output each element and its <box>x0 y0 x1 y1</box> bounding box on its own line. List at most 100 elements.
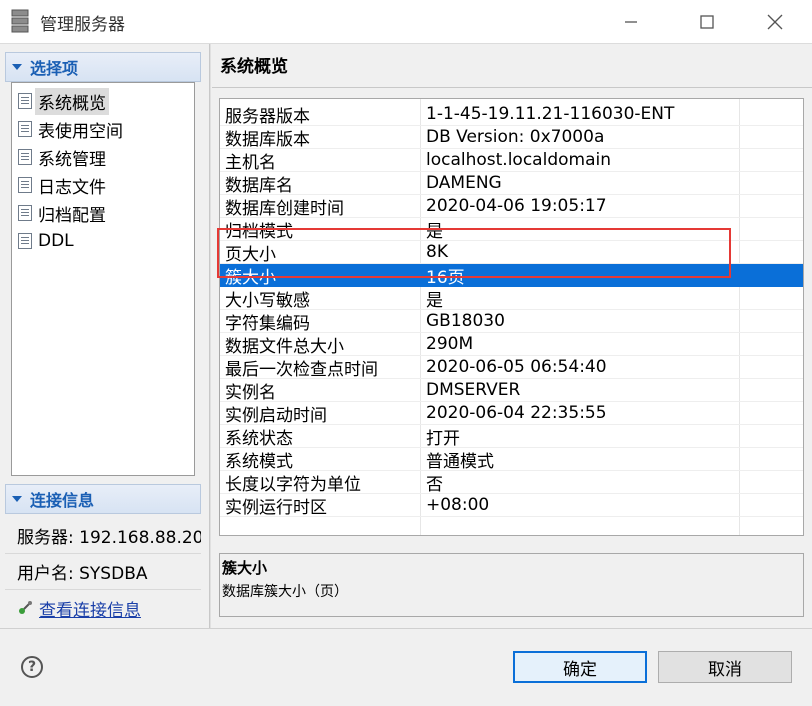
connection-plug-icon <box>19 601 32 614</box>
nav-item-label: 归档配置 <box>38 205 106 226</box>
document-icon <box>18 121 32 137</box>
connection-section-header[interactable]: 连接信息 <box>5 484 201 514</box>
table-row[interactable]: 实例启动时间 2020-06-04 22:35:55 <box>220 402 803 426</box>
description-title: 簇大小 <box>222 559 268 577</box>
property-value: DAMENG <box>426 173 502 193</box>
property-value: 290M <box>426 334 474 354</box>
property-name: 主机名 <box>225 152 276 173</box>
options-section-header[interactable]: 选择项 <box>5 52 201 82</box>
title-bar: 管理服务器 <box>0 0 812 44</box>
connection-header-label: 连接信息 <box>30 491 95 510</box>
document-icon <box>18 205 32 221</box>
property-name: 数据库创建时间 <box>225 198 344 219</box>
help-icon: ? <box>27 659 37 675</box>
help-button[interactable]: ? <box>21 656 43 678</box>
property-name: 实例名 <box>225 382 276 403</box>
ok-button[interactable]: 确定 <box>513 651 647 683</box>
document-icon <box>18 93 32 109</box>
table-row[interactable]: 实例运行时区 +08:00 <box>220 494 803 518</box>
right-pane: 系统概览 服务器版本 1-1-45-19.11.21-116030-ENT 数据库版… <box>212 44 812 628</box>
property-name: 数据库名 <box>225 175 293 196</box>
table-row[interactable]: 系统状态 打开 <box>220 425 803 449</box>
nav-item-archive-config[interactable]: 归档配置 <box>12 199 194 227</box>
view-connection-label: 查看连接信息 <box>39 600 141 621</box>
table-row[interactable]: 长度以字符为单位 否 <box>220 471 803 495</box>
property-name: 系统状态 <box>225 428 293 449</box>
property-name: 长度以字符为单位 <box>225 474 361 495</box>
property-value: 普通模式 <box>426 451 494 472</box>
table-row[interactable]: 主机名 localhost.localdomain <box>220 149 803 173</box>
options-nav-list: 系统概览 表使用空间 系统管理 日志文件 归档配置 DDL <box>11 82 195 476</box>
property-name: 系统模式 <box>225 451 293 472</box>
table-row[interactable]: 数据库版本 DB Version: 0x7000a <box>220 126 803 150</box>
document-icon <box>18 233 32 249</box>
page-title: 系统概览 <box>220 57 288 77</box>
table-row[interactable]: 字符集编码 GB18030 <box>220 310 803 334</box>
property-value: DB Version: 0x7000a <box>426 127 605 147</box>
table-row[interactable]: 服务器版本 1-1-45-19.11.21-116030-ENT <box>220 103 803 127</box>
table-row[interactable]: 实例名 DMSERVER <box>220 379 803 403</box>
property-value: +08:00 <box>426 495 490 515</box>
document-icon <box>18 177 32 193</box>
cancel-button[interactable]: 取消 <box>658 651 792 683</box>
server-icon <box>11 9 29 33</box>
table-row[interactable]: 大小写敏感 是 <box>220 287 803 311</box>
splitter[interactable] <box>209 44 211 628</box>
nav-item-system-overview[interactable]: 系统概览 <box>12 87 194 115</box>
view-connection-link[interactable]: 查看连接信息 <box>5 590 201 626</box>
maximize-button[interactable] <box>680 0 734 44</box>
property-name: 页大小 <box>225 244 276 265</box>
property-value: 否 <box>426 474 443 495</box>
table-row[interactable]: 数据文件总大小 290M <box>220 333 803 357</box>
property-name: 实例运行时区 <box>225 497 327 518</box>
property-value: 是 <box>426 221 443 242</box>
nav-item-table-space[interactable]: 表使用空间 <box>12 115 194 143</box>
left-pane: 选择项 系统概览 表使用空间 系统管理 日志文件 归档配置 DDL 连接信息 服… <box>0 44 210 628</box>
property-name: 簇大小 <box>225 267 276 288</box>
minimize-button[interactable] <box>604 0 658 44</box>
property-name: 最后一次检查点时间 <box>225 359 378 380</box>
description-panel: 簇大小 数据库簇大小（页） <box>219 553 804 617</box>
property-name: 数据库版本 <box>225 129 310 150</box>
nav-item-ddl[interactable]: DDL <box>12 227 194 255</box>
description-text: 数据库簇大小（页） <box>222 584 348 600</box>
property-name: 实例启动时间 <box>225 405 327 426</box>
property-table: 服务器版本 1-1-45-19.11.21-116030-ENT 数据库版本 DB V… <box>219 98 804 536</box>
maximize-icon <box>700 15 714 29</box>
button-bar: ? 确定 取消 <box>0 628 812 706</box>
property-value: GB18030 <box>426 311 505 331</box>
nav-item-label: 系统概览 <box>35 87 109 115</box>
table-row[interactable]: 页大小 8K <box>220 241 803 265</box>
table-row[interactable]: 归档模式 是 <box>220 218 803 242</box>
table-row[interactable]: 最后一次检查点时间 2020-06-05 06:54:40 <box>220 356 803 380</box>
nav-item-label: 日志文件 <box>38 177 106 198</box>
table-row[interactable]: 数据库名 DAMENG <box>220 172 803 196</box>
table-row[interactable]: 数据库创建时间 2020-04-06 19:05:17 <box>220 195 803 219</box>
property-value: localhost.localdomain <box>426 150 611 170</box>
property-value: 8K <box>426 242 448 262</box>
table-row[interactable]: 簇大小 16页 <box>220 264 803 288</box>
connection-info: 服务器: 192.168.88.20 用户名: SYSDBA 查看连接信息 <box>5 518 201 626</box>
collapse-triangle-icon <box>12 64 22 70</box>
table-row[interactable]: 系统模式 普通模式 <box>220 448 803 472</box>
options-header-label: 选择项 <box>30 59 79 78</box>
user-name: 用户名: SYSDBA <box>5 554 201 590</box>
property-name: 服务器版本 <box>225 106 310 127</box>
property-value: 2020-06-04 22:35:55 <box>426 403 607 423</box>
nav-item-label: 系统管理 <box>38 149 106 170</box>
nav-item-log-files[interactable]: 日志文件 <box>12 171 194 199</box>
property-value: 16页 <box>426 267 465 288</box>
property-value: 1-1-45-19.11.21-116030-ENT <box>426 104 675 124</box>
window-title: 管理服务器 <box>40 15 125 35</box>
nav-item-label: 表使用空间 <box>38 121 123 142</box>
nav-item-system-management[interactable]: 系统管理 <box>12 143 194 171</box>
property-name: 字符集编码 <box>225 313 310 334</box>
property-name: 数据文件总大小 <box>225 336 344 357</box>
close-button[interactable] <box>748 0 802 44</box>
nav-item-label: DDL <box>38 231 74 251</box>
server-address: 服务器: 192.168.88.20 <box>5 518 201 554</box>
property-value: 是 <box>426 290 443 311</box>
document-icon <box>18 149 32 165</box>
property-name: 大小写敏感 <box>225 290 310 311</box>
property-value: 2020-06-05 06:54:40 <box>426 357 607 377</box>
